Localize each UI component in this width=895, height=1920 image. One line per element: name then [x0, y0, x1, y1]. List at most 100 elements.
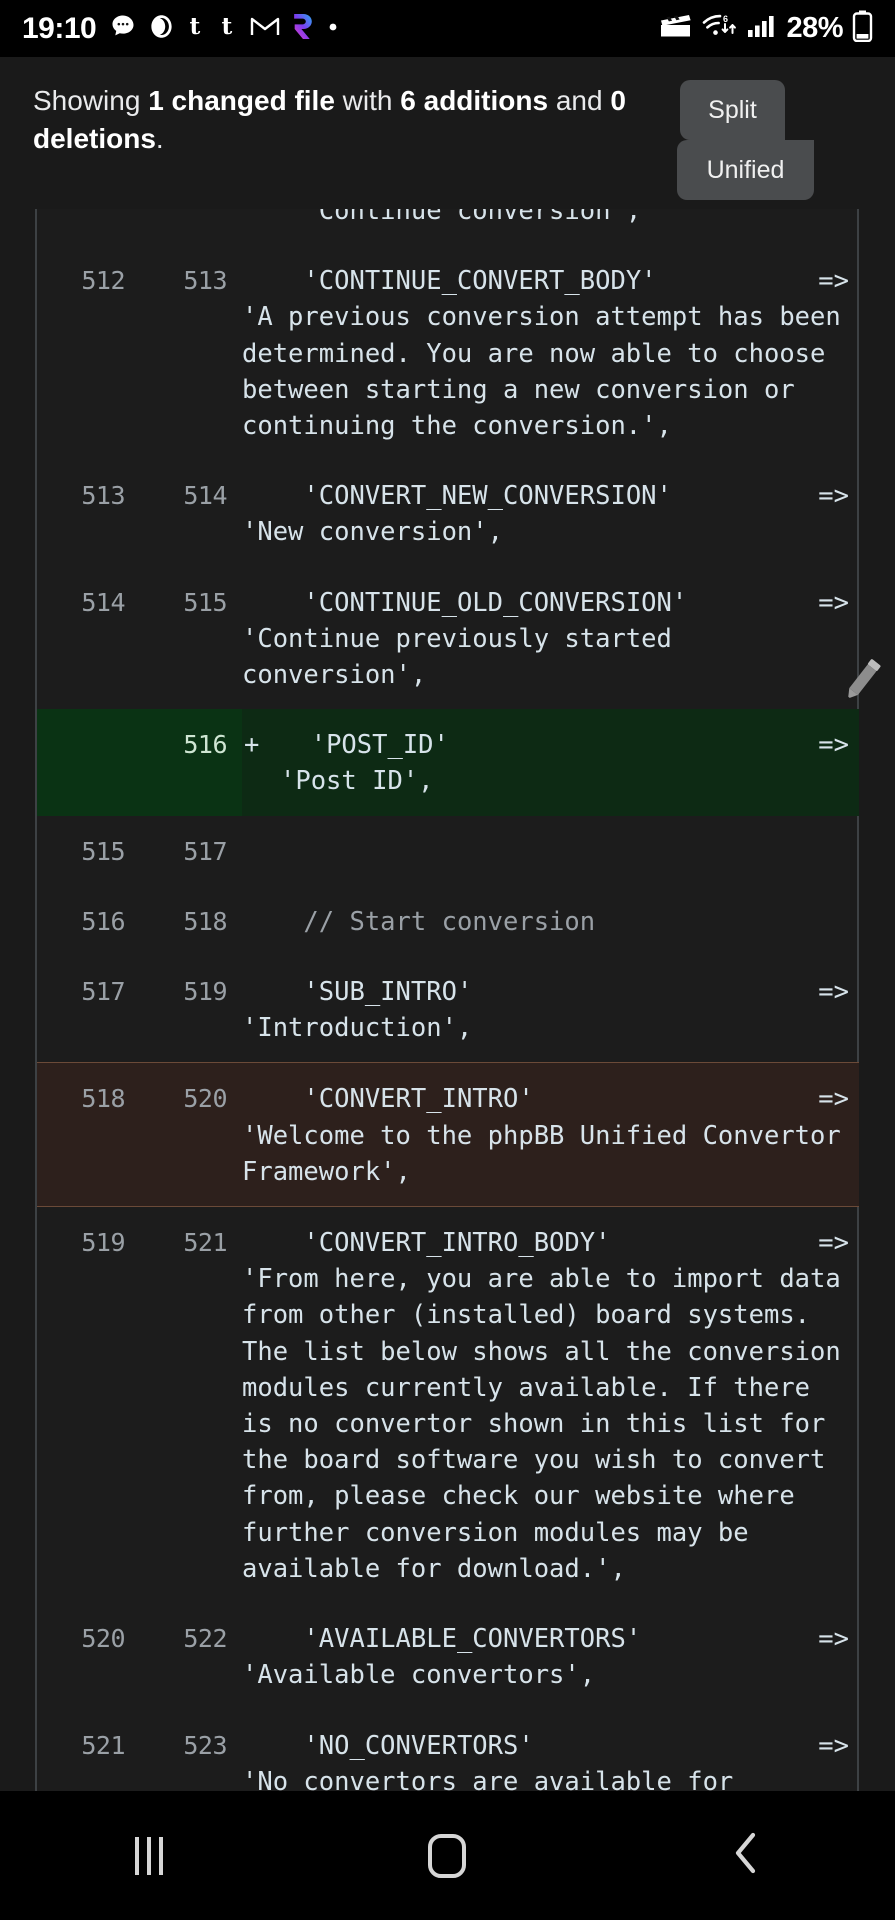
- diff-row[interactable]: 520 522 'AVAILABLE_CONVERTORS' => 'Availabl…: [37, 1603, 859, 1709]
- gmail-m-icon: [250, 14, 280, 43]
- diff-code: 'CONVERT_INTRO' => 'Welcome to the phpBB U…: [242, 1063, 859, 1206]
- code-value: 'New conversion',: [242, 517, 503, 548]
- new-line-number[interactable]: 516: [139, 709, 241, 815]
- recents-icon: [135, 1836, 164, 1875]
- unified-view-button[interactable]: Unified: [677, 140, 814, 200]
- code-arrow: =>: [818, 730, 849, 761]
- old-line-number[interactable]: 520: [37, 1603, 139, 1709]
- diff-row[interactable]: 516 + 'POST_ID' => 'Post ID',: [37, 709, 859, 816]
- back-icon: [729, 1830, 763, 1881]
- diff-row[interactable]: 512 513 'CONTINUE_CONVERT_BODY' => 'A previ…: [37, 245, 859, 460]
- code-key: 'POST_ID': [280, 730, 449, 761]
- code-key: 'CONVERT_INTRO': [242, 1084, 534, 1115]
- code-key: 'SUB_INTRO': [242, 977, 473, 1008]
- tumblr-t-icon-2: t: [218, 12, 239, 45]
- status-right-icons: 6 28%: [659, 10, 873, 47]
- notification-icons: t t: [109, 12, 339, 45]
- diff-gutter: 514 515: [37, 567, 242, 710]
- diff-code: 'NO_CONVERTORS' => 'No convertors are avai…: [242, 1710, 859, 1792]
- chat-bubble-icon: [109, 12, 137, 45]
- diff-row[interactable]: 518 520 'CONVERT_INTRO' => 'Welcome to the …: [37, 1062, 859, 1208]
- summary-and: and: [548, 85, 611, 116]
- old-line-number[interactable]: 518: [37, 1063, 139, 1206]
- old-line-number[interactable]: 519: [37, 1207, 139, 1603]
- diff-code: 'CONVERT_NEW_CONVERSION' => 'New conversio…: [242, 460, 859, 566]
- tumblr-t-icon: t: [186, 12, 207, 45]
- new-line-number[interactable]: 523: [139, 1710, 241, 1792]
- pencil-icon: [838, 651, 884, 713]
- code-arrow: =>: [818, 481, 849, 512]
- old-line-number[interactable]: [37, 709, 139, 815]
- status-bar: 19:10 t t 6 28%: [0, 0, 895, 57]
- code-arrow: =>: [818, 266, 849, 297]
- old-line-number[interactable]: 514: [37, 567, 139, 710]
- battery-percent-label: 28%: [786, 12, 843, 44]
- code-key: 'NO_CONVERTORS': [242, 1730, 534, 1761]
- split-view-button[interactable]: Split: [680, 80, 785, 140]
- recents-button[interactable]: [0, 1836, 298, 1875]
- old-line-number[interactable]: 516: [37, 886, 139, 956]
- new-line-number[interactable]: 517: [139, 816, 241, 886]
- diff-gutter: 517 519: [37, 956, 242, 1062]
- diff-gutter: 513 514: [37, 460, 242, 566]
- code-arrow: =>: [818, 1084, 849, 1115]
- summary-end: .: [155, 123, 164, 155]
- diff-summary: Showing 1 changed file with 6 additions …: [33, 82, 633, 158]
- diff-code: 'Continue conversion',: [242, 209, 859, 245]
- code-value: 'A previous conversion attempt has been …: [242, 302, 857, 442]
- new-line-number[interactable]: 514: [139, 460, 241, 566]
- diff-header: Showing 1 changed file with 6 additions …: [0, 57, 895, 209]
- new-line-number[interactable]: 522: [139, 1603, 241, 1709]
- new-line-number[interactable]: 513: [139, 245, 241, 460]
- diff-gutter: 519 521: [37, 1207, 242, 1603]
- new-line-number[interactable]: 519: [139, 956, 241, 1062]
- home-button[interactable]: [298, 1833, 596, 1878]
- diff-marker: +: [244, 730, 260, 761]
- old-line-number[interactable]: 517: [37, 956, 139, 1062]
- diff-row[interactable]: 515 517: [37, 816, 859, 886]
- diff-viewer[interactable]: 'Continue conversion', 512 513 'CONTINUE_C…: [0, 209, 895, 1791]
- diff-row[interactable]: 517 519 'SUB_INTRO' => 'Introduction',: [37, 956, 859, 1062]
- diff-code: // Start conversion: [242, 886, 859, 956]
- diff-gutter: 520 522: [37, 1603, 242, 1709]
- diff-code: 'CONTINUE_OLD_CONVERSION' => 'Continue pre…: [242, 567, 859, 710]
- diff-row[interactable]: 521 523 'NO_CONVERTORS' => 'No convertors a…: [37, 1710, 859, 1792]
- code-arrow: =>: [818, 1730, 849, 1761]
- diff-row[interactable]: 516 518 // Start conversion: [37, 886, 859, 956]
- diff-row[interactable]: 514 515 'CONTINUE_OLD_CONVERSION' => 'Conti…: [37, 567, 859, 710]
- more-dot-icon: [327, 20, 339, 38]
- new-line-number[interactable]: 515: [139, 567, 241, 710]
- diff-code: 'CONVERT_INTRO_BODY' => 'From here, you ar…: [242, 1207, 859, 1603]
- code-arrow: =>: [818, 1624, 849, 1655]
- code-value: 'Welcome to the phpBB Unified Convertor …: [242, 1120, 857, 1187]
- android-nav-bar: [0, 1791, 895, 1920]
- svg-text:6: 6: [723, 14, 728, 24]
- new-line-number[interactable]: 520: [139, 1063, 241, 1206]
- old-line-number[interactable]: 521: [37, 1710, 139, 1792]
- old-line-number[interactable]: 515: [37, 816, 139, 886]
- summary-changed-files: 1 changed file: [148, 85, 335, 116]
- diff-code: 'AVAILABLE_CONVERTORS' => 'Available conve…: [242, 1603, 859, 1709]
- code-arrow: =>: [818, 1228, 849, 1259]
- code-value: 'From here, you are able to import data …: [242, 1264, 857, 1584]
- code-arrow: =>: [818, 587, 849, 618]
- screen-record-icon: [659, 13, 693, 44]
- code-key: 'CONVERT_INTRO_BODY': [242, 1228, 611, 1259]
- old-line-number[interactable]: 512: [37, 245, 139, 460]
- code-key: 'CONVERT_NEW_CONVERSION': [242, 481, 672, 512]
- diff-row[interactable]: 'Continue conversion',: [37, 209, 859, 245]
- old-line-number[interactable]: 513: [37, 460, 139, 566]
- diff-gutter: 515 517: [37, 816, 242, 886]
- diff-gutter: 512 513: [37, 245, 242, 460]
- diff-row[interactable]: 519 521 'CONVERT_INTRO_BODY' => 'From here,…: [37, 1207, 859, 1603]
- new-line-number[interactable]: 518: [139, 886, 241, 956]
- new-line-number[interactable]: 521: [139, 1207, 241, 1603]
- new-line-number[interactable]: [139, 209, 241, 245]
- diff-row[interactable]: 513 514 'CONVERT_NEW_CONVERSION' => 'New co…: [37, 460, 859, 566]
- old-line-number[interactable]: [37, 209, 139, 245]
- code-value: 'Introduction',: [242, 1013, 473, 1044]
- diff-gutter: [37, 209, 242, 245]
- diff-code: 'CONTINUE_CONVERT_BODY' => 'A previous con…: [242, 245, 859, 460]
- back-button[interactable]: [597, 1830, 895, 1881]
